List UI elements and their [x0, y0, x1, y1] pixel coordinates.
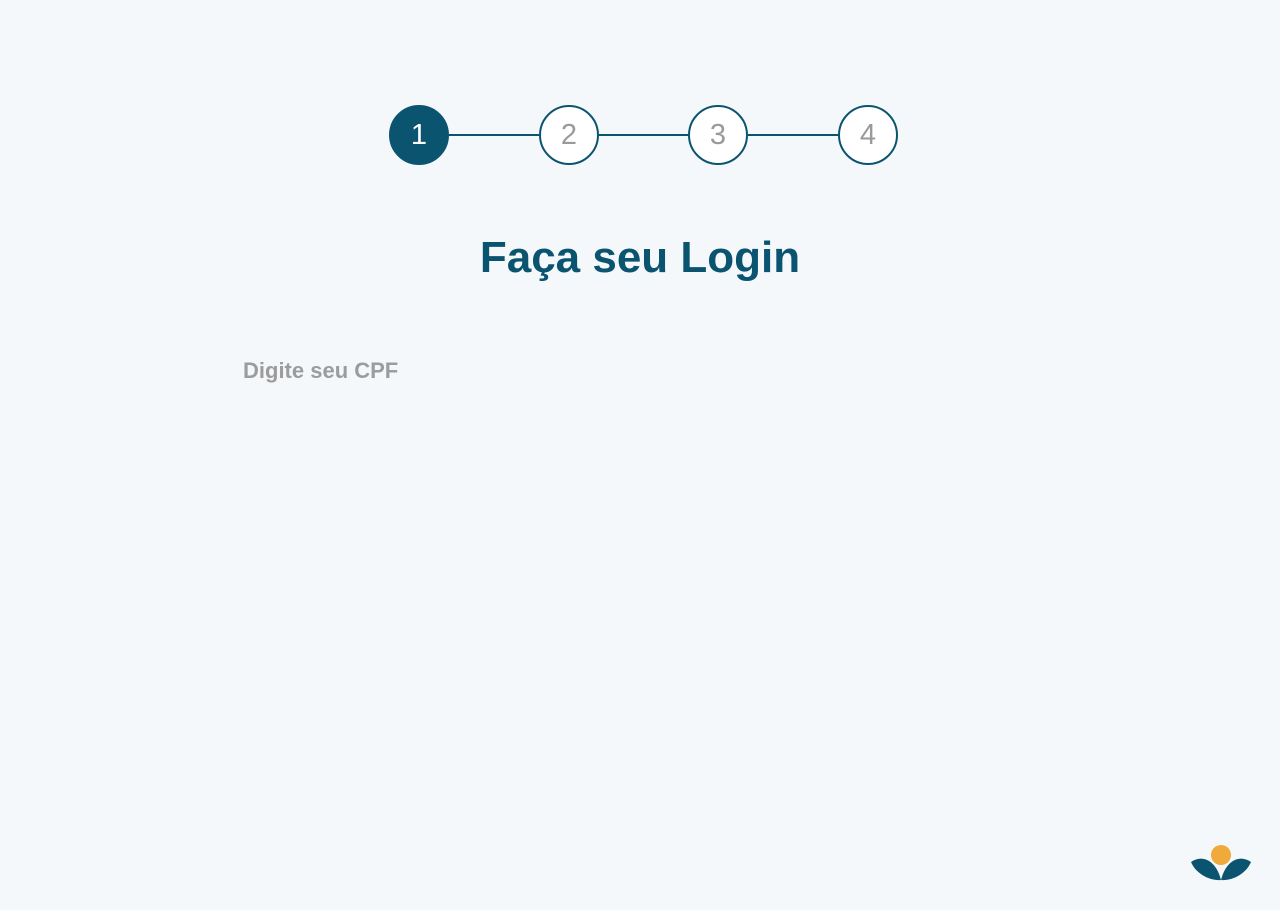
- step-4: 4: [838, 105, 898, 165]
- step-connector: [599, 134, 688, 136]
- step-3: 3: [688, 105, 748, 165]
- step-1: 1: [389, 105, 449, 165]
- cpf-label: Digite seu CPF: [243, 358, 399, 383]
- sprout-sun-logo-icon: [1191, 845, 1251, 881]
- progress-stepper: 1 2 3 4: [389, 105, 899, 165]
- step-connector: [449, 134, 539, 136]
- page-title: Faça seu Login: [479, 233, 801, 282]
- step-connector: [748, 134, 838, 136]
- step-2: 2: [539, 105, 599, 165]
- cpf-input[interactable]: [243, 392, 1037, 436]
